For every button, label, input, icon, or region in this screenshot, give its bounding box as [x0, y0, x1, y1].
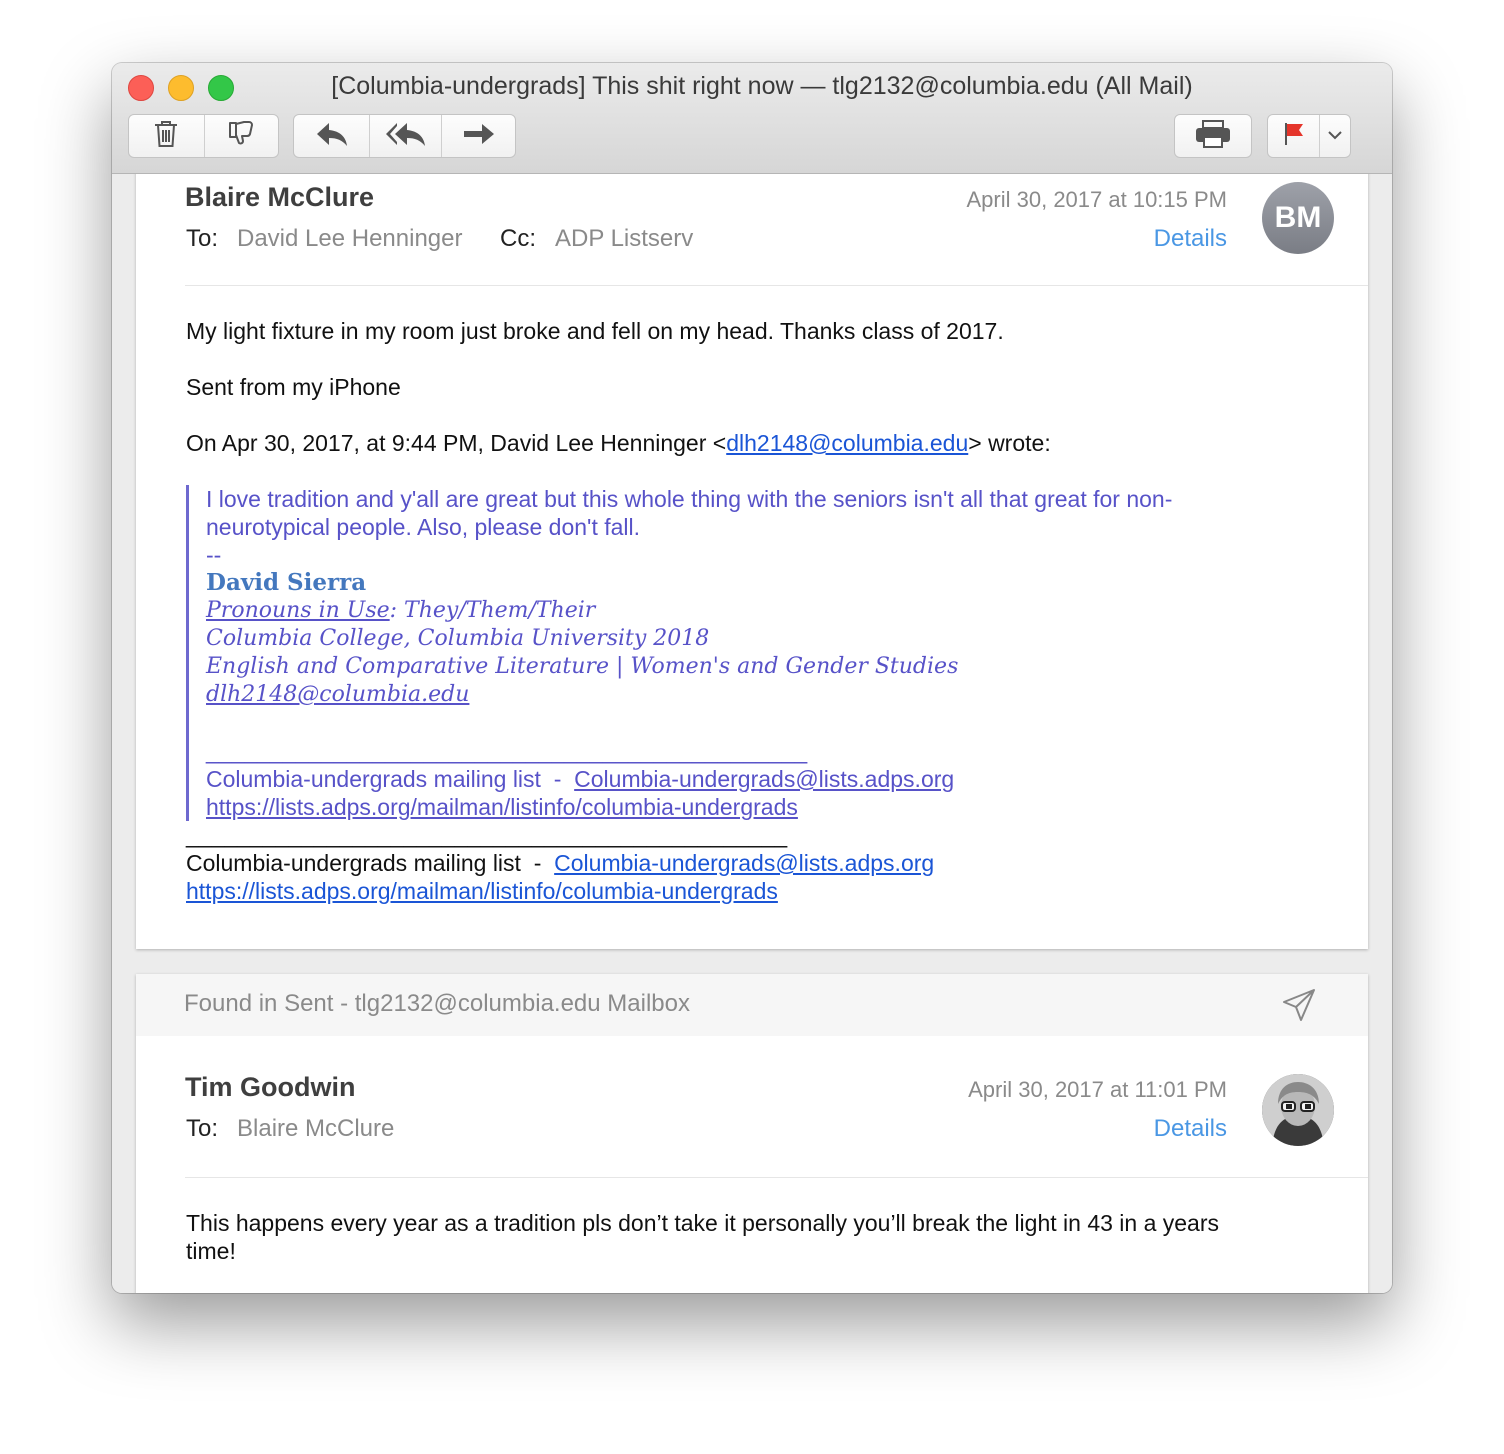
details-link[interactable]: Details	[1154, 225, 1227, 253]
message-date: April 30, 2017 at 11:01 PM	[968, 1077, 1227, 1102]
flag-icon	[1283, 121, 1305, 152]
pronouns-link[interactable]: Pronouns in Use	[206, 598, 390, 623]
message-card: Found in Sent - tlg2132@columbia.edu Mai…	[136, 974, 1368, 1293]
quote-list-line: Columbia-undergrads mailing list - Colum…	[206, 765, 1318, 793]
avatar: BM	[1262, 182, 1334, 254]
forward-icon	[462, 121, 496, 152]
details-link[interactable]: Details	[1154, 1115, 1227, 1143]
header-divider	[185, 285, 1368, 286]
pronouns-text: : They/Them/Their	[389, 598, 596, 623]
message-body: My light fixture in my room just broke a…	[186, 317, 1318, 905]
body-text: My light fixture in my room just broke a…	[186, 318, 1004, 344]
signature-name: David Sierra	[206, 569, 367, 596]
cc-recipient[interactable]: ADP Listserv	[555, 225, 693, 253]
avatar-initials: BM	[1274, 201, 1322, 234]
message-body: This happens every year as a tradition p…	[186, 1209, 1318, 1265]
chevron-down-icon	[1328, 127, 1342, 145]
header-divider	[185, 1177, 1368, 1178]
sender-name: Tim Goodwin	[185, 1072, 356, 1102]
footer-url-link[interactable]: https://lists.adps.org/mailman/listinfo/…	[186, 878, 778, 904]
email-link[interactable]: dlh2148@columbia.edu	[726, 430, 968, 456]
list-url-line: https://lists.adps.org/mailman/listinfo/…	[206, 793, 1318, 821]
delete-button[interactable]	[129, 115, 205, 157]
flag-group	[1267, 114, 1351, 158]
recipient-name[interactable]: Blaire McClure	[237, 1115, 394, 1143]
printer-icon	[1194, 119, 1232, 154]
signature-dashes: --	[206, 542, 222, 568]
junk-button[interactable]	[205, 115, 279, 157]
signature-college: Columbia College, Columbia University 20…	[206, 626, 710, 651]
sender-name: Blaire McClure	[185, 182, 375, 212]
signature-email-link[interactable]: dlh2148@columbia.edu	[206, 682, 469, 707]
list-email-link[interactable]: Columbia-undergrads@lists.adps.org	[574, 766, 954, 792]
attribution-suffix: > wrote:	[968, 430, 1051, 456]
avatar	[1262, 1074, 1334, 1146]
flag-menu-button[interactable]	[1320, 115, 1350, 157]
avatar-photo	[1262, 1074, 1334, 1146]
signature-text: Sent from my iPhone	[186, 374, 401, 400]
recipient-name[interactable]: David Lee Henninger	[237, 225, 462, 253]
reply-all-button[interactable]	[370, 115, 442, 157]
to-label: To:	[186, 225, 219, 252]
reply-button[interactable]	[294, 115, 370, 157]
cc-label: Cc:	[500, 225, 536, 252]
attribution-prefix: On Apr 30, 2017, at 9:44 PM, David Lee H…	[186, 430, 727, 456]
reply-all-icon	[385, 121, 427, 152]
footer-list-label: Columbia-undergrads mailing list -	[186, 850, 555, 876]
quoted-text: I love tradition and y'all are great but…	[206, 486, 1173, 540]
reply-group	[293, 114, 516, 158]
found-in-banner: Found in Sent - tlg2132@columbia.edu Mai…	[136, 974, 1368, 1036]
window-title: [Columbia-undergrads] This shit right no…	[331, 72, 1193, 100]
quote-attribution: On Apr 30, 2017, at 9:44 PM, David Lee H…	[186, 429, 1318, 457]
quoted-message: I love tradition and y'all are great but…	[186, 485, 1318, 821]
print-button[interactable]	[1175, 115, 1251, 157]
trash-icon	[153, 119, 179, 154]
thumbs-down-icon	[226, 119, 256, 154]
message-card: Blaire McClure To: David Lee Henninger C…	[136, 174, 1368, 949]
reply-icon	[315, 121, 349, 152]
mail-window: [Columbia-undergrads] This shit right no…	[112, 63, 1392, 1293]
quote-rule: ________________________________________…	[206, 738, 808, 764]
forward-button[interactable]	[442, 115, 515, 157]
print-group	[1174, 114, 1252, 158]
footer-list-line: Columbia-undergrads mailing list - Colum…	[186, 849, 1318, 877]
delete-junk-group	[128, 114, 279, 158]
footer-rule: ________________________________________…	[186, 822, 788, 848]
footer-email-link[interactable]: Columbia-undergrads@lists.adps.org	[554, 850, 934, 876]
found-in-text: Found in Sent - tlg2132@columbia.edu Mai…	[184, 990, 690, 1017]
body-text: This happens every year as a tradition p…	[186, 1210, 1220, 1264]
to-label: To:	[186, 1115, 219, 1142]
sent-paper-plane-icon	[1282, 988, 1316, 1027]
message-viewer[interactable]: Blaire McClure To: David Lee Henninger C…	[112, 174, 1392, 1293]
signature-pronouns: Pronouns in Use: They/Them/Their	[206, 597, 1318, 625]
flag-button[interactable]	[1268, 115, 1320, 157]
message-date: April 30, 2017 at 10:15 PM	[966, 187, 1228, 212]
footer-url-line: https://lists.adps.org/mailman/listinfo/…	[186, 877, 1318, 905]
list-url-link[interactable]: https://lists.adps.org/mailman/listinfo/…	[206, 794, 798, 820]
title-bar: [Columbia-undergrads] This shit right no…	[112, 63, 1392, 174]
list-label: Columbia-undergrads mailing list -	[206, 766, 575, 792]
signature-email-line: dlh2148@columbia.edu	[206, 681, 1318, 709]
signature-major: English and Comparative Literature | Wom…	[206, 654, 959, 679]
